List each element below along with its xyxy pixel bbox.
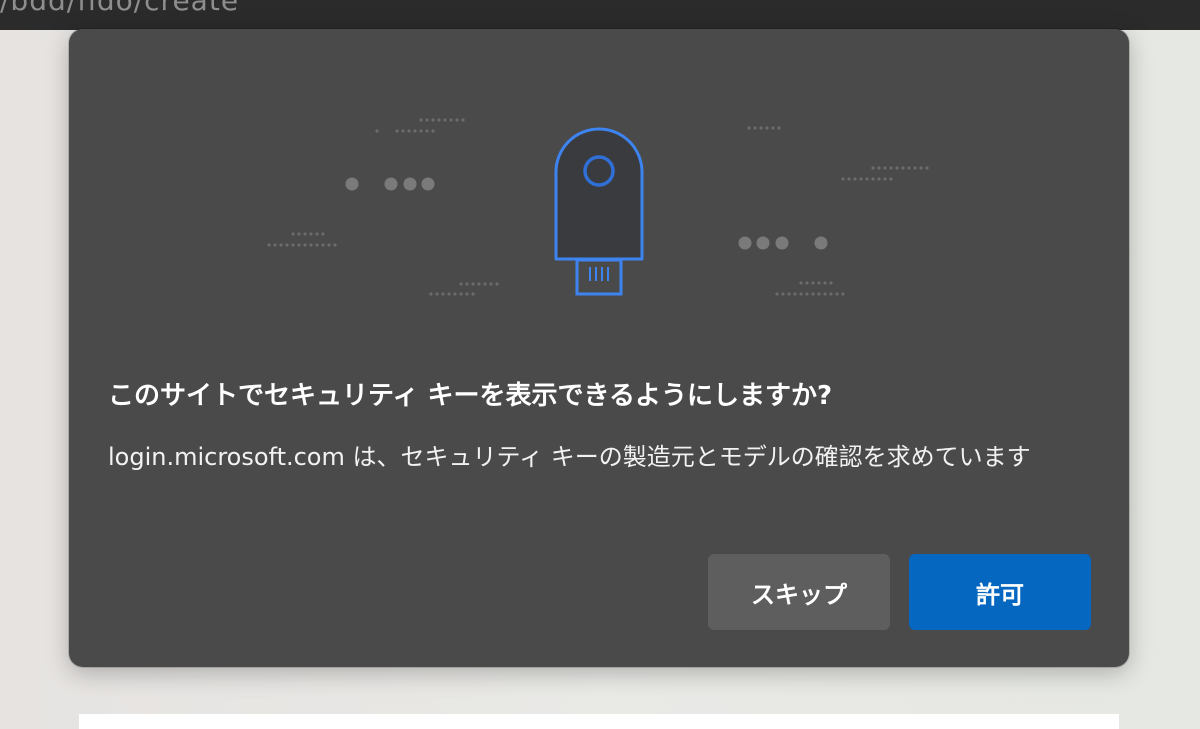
skip-button[interactable]: スキップ bbox=[708, 554, 890, 630]
security-key-permission-dialog: このサイトでセキュリティ キーを表示できるようにしますか? login.micr… bbox=[69, 29, 1129, 667]
browser-address-bar[interactable]: /bdd/fido/create bbox=[0, 0, 1200, 30]
signal-dots-left bbox=[345, 177, 435, 191]
dotted-decoration-right bbox=[747, 126, 929, 296]
page-content-card bbox=[79, 714, 1119, 729]
signal-dots-right bbox=[738, 236, 828, 250]
dialog-title: このサイトでセキュリティ キーを表示できるようにしますか? bbox=[108, 381, 833, 411]
security-key-illustration bbox=[267, 118, 929, 296]
allow-button[interactable]: 許可 bbox=[909, 554, 1091, 630]
address-url-text: /bdd/fido/create bbox=[0, 0, 240, 17]
dotted-decoration-left bbox=[267, 118, 499, 296]
security-key-icon bbox=[554, 127, 644, 296]
dialog-description: login.microsoft.com は、セキュリティ キーの製造元とモデルの… bbox=[108, 443, 1031, 471]
